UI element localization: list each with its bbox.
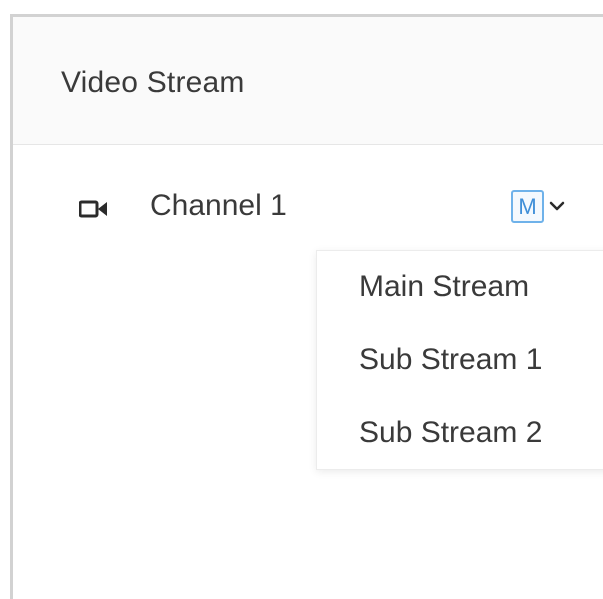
menu-item-sub-stream-1[interactable]: Sub Stream 1: [317, 330, 603, 390]
menu-item-main-stream[interactable]: Main Stream: [317, 257, 603, 317]
stream-type-badge[interactable]: M: [511, 189, 544, 223]
chevron-down-icon[interactable]: [549, 200, 565, 212]
stream-type-dropdown[interactable]: M: [511, 186, 565, 226]
menu-item-sub-stream-2[interactable]: Sub Stream 2: [317, 403, 603, 463]
video-camera-icon: [79, 200, 107, 218]
stream-dropdown-menu: Main Stream Sub Stream 1 Sub Stream 2: [316, 250, 603, 470]
panel-header: Video Stream: [13, 17, 603, 145]
channel-label: Channel 1: [150, 189, 287, 222]
canvas: Video Stream Channel 1 M Main Stream Sub…: [0, 0, 603, 599]
panel-title: Video Stream: [61, 66, 245, 99]
channel-row: Channel 1 M: [13, 177, 603, 237]
